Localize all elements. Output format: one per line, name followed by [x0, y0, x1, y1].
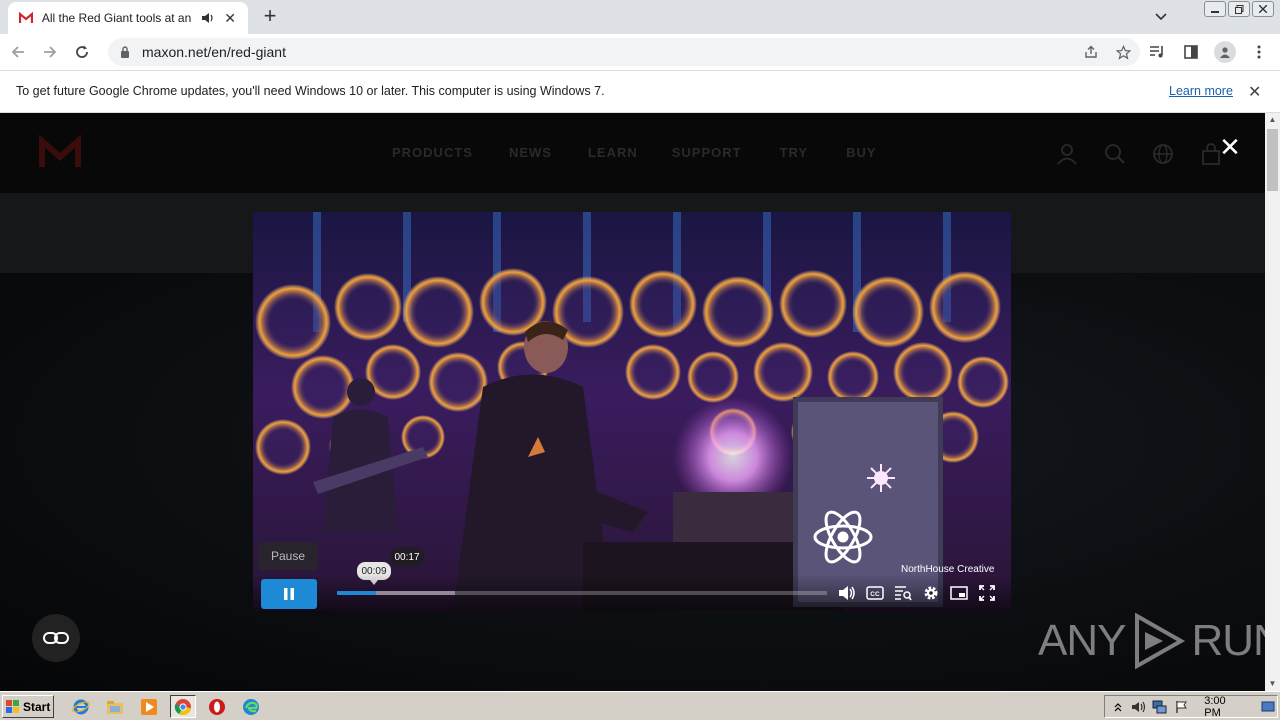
- web-page: PRODUCTS NEWS LEARN SUPPORT TRY BUY ✕ No…: [0, 113, 1265, 691]
- tab-title: All the Red Giant tools at an affordable…: [41, 11, 192, 25]
- play-triangle-icon: [1135, 612, 1186, 670]
- media-control-icon[interactable]: [1144, 39, 1170, 65]
- site-header: PRODUCTS NEWS LEARN SUPPORT TRY BUY: [0, 113, 1265, 193]
- video-player[interactable]: NorthHouse Creative Pause 00:17 00:09 CC: [253, 212, 1011, 611]
- nav-news[interactable]: NEWS: [509, 145, 552, 160]
- pause-button[interactable]: [261, 579, 317, 609]
- update-infobar: To get future Google Chrome updates, you…: [0, 71, 1280, 113]
- start-label: Start: [23, 699, 51, 714]
- share-icon[interactable]: [1080, 42, 1102, 62]
- kebab-menu-icon[interactable]: [1246, 39, 1272, 65]
- ie-icon[interactable]: [68, 695, 94, 718]
- speaker-icon[interactable]: [200, 12, 216, 24]
- progress-bar[interactable]: [337, 591, 827, 595]
- opera-icon[interactable]: [204, 695, 230, 718]
- scroll-up-arrow-icon[interactable]: ▲: [1265, 113, 1280, 127]
- svg-text:CC: CC: [870, 591, 880, 598]
- site-nav: PRODUCTS NEWS LEARN SUPPORT TRY BUY: [392, 145, 877, 160]
- url-text: maxon.net/en/red-giant: [142, 44, 286, 60]
- edge-icon[interactable]: [238, 695, 264, 718]
- tab-search-chevron-icon[interactable]: [1150, 6, 1172, 28]
- explorer-icon[interactable]: [102, 695, 128, 718]
- start-button[interactable]: Start: [2, 695, 54, 718]
- nav-buy[interactable]: BUY: [846, 145, 876, 160]
- new-tab-button[interactable]: +: [258, 5, 282, 29]
- fullscreen-icon[interactable]: [977, 583, 997, 603]
- address-bar[interactable]: maxon.net/en/red-giant: [108, 38, 1140, 66]
- action-center-flag-icon[interactable]: [1173, 698, 1190, 716]
- transcript-icon[interactable]: [893, 583, 913, 603]
- tab-close-button[interactable]: ✕: [222, 10, 238, 27]
- link-loop-icon: [43, 632, 69, 644]
- forward-button[interactable]: [36, 38, 64, 66]
- minimize-button[interactable]: [1204, 1, 1226, 17]
- nav-support[interactable]: SUPPORT: [672, 145, 742, 160]
- hover-time-tooltip: 00:17: [390, 547, 424, 567]
- account-icon[interactable]: [1054, 141, 1080, 167]
- windows-flag-icon: [6, 699, 19, 713]
- browser-tab[interactable]: All the Red Giant tools at an affordable…: [8, 2, 248, 34]
- nav-try[interactable]: TRY: [780, 145, 809, 160]
- pause-tooltip: Pause: [258, 542, 318, 570]
- volume-tray-icon[interactable]: [1130, 698, 1147, 716]
- scroll-thumb[interactable]: [1267, 129, 1278, 191]
- modal-close-button[interactable]: ✕: [1218, 134, 1242, 160]
- network-tray-icon[interactable]: [1152, 698, 1169, 716]
- browser-toolbar: maxon.net/en/red-giant: [0, 34, 1280, 71]
- scroll-down-arrow-icon[interactable]: ▼: [1265, 677, 1280, 691]
- window-controls: [1204, 1, 1274, 17]
- video-controls: CC: [253, 574, 1011, 611]
- nav-products[interactable]: PRODUCTS: [392, 145, 473, 160]
- clock[interactable]: 3:00 PM: [1204, 695, 1243, 719]
- progress-played: [337, 591, 377, 595]
- nav-learn[interactable]: LEARN: [588, 145, 638, 160]
- closed-captions-icon[interactable]: CC: [865, 583, 885, 603]
- settings-gear-icon[interactable]: [921, 583, 941, 603]
- watermark-text-right: RUN: [1191, 616, 1265, 665]
- infobar-close-button[interactable]: ✕: [1248, 82, 1261, 102]
- tray-expand-icon[interactable]: [1109, 698, 1126, 716]
- restore-button[interactable]: [1228, 1, 1250, 17]
- video-frame: [253, 212, 1011, 611]
- picture-in-picture-icon[interactable]: [949, 583, 969, 603]
- search-icon[interactable]: [1102, 141, 1128, 167]
- maxon-logo[interactable]: [38, 134, 82, 171]
- close-window-button[interactable]: [1252, 1, 1274, 17]
- learn-more-link[interactable]: Learn more: [1169, 84, 1233, 98]
- anyrun-watermark: ANY RUN: [1038, 610, 1265, 672]
- accessibility-toggle-button[interactable]: [32, 614, 80, 662]
- browser-tab-bar: All the Red Giant tools at an affordable…: [0, 0, 1280, 34]
- media-player-icon[interactable]: [136, 695, 162, 718]
- pause-icon: [284, 588, 294, 600]
- volume-icon[interactable]: [837, 583, 857, 603]
- show-desktop-icon[interactable]: [1260, 698, 1277, 716]
- watermark-text-left: ANY: [1038, 616, 1126, 665]
- chrome-icon[interactable]: [170, 695, 196, 718]
- page-scrollbar[interactable]: ▲ ▼: [1265, 113, 1280, 691]
- back-button[interactable]: [4, 38, 32, 66]
- windows-taskbar: Start 3:00 PM: [0, 691, 1280, 720]
- profile-avatar[interactable]: [1212, 39, 1238, 65]
- side-panel-icon[interactable]: [1178, 39, 1204, 65]
- globe-icon[interactable]: [1150, 141, 1176, 167]
- reload-button[interactable]: [68, 38, 96, 66]
- lock-icon[interactable]: [118, 45, 132, 59]
- system-tray: 3:00 PM: [1104, 695, 1278, 719]
- maxon-favicon-icon: [18, 10, 34, 26]
- bookmark-star-icon[interactable]: [1112, 42, 1134, 62]
- infobar-message: To get future Google Chrome updates, you…: [16, 84, 605, 98]
